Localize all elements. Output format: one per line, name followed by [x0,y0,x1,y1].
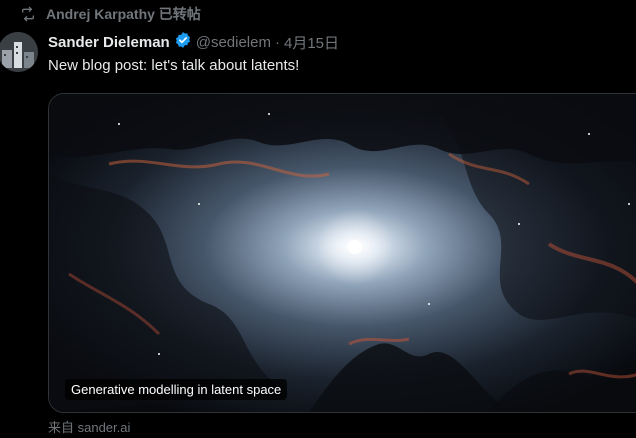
tweet-header: Sander Dieleman @sedielem · 4月15日 [48,32,339,52]
verified-badge-icon[interactable] [174,31,192,53]
separator-dot: · [274,33,280,51]
link-card[interactable]: Generative modelling in latent space [48,93,636,413]
tweet-date[interactable]: 4月15日 [284,32,339,53]
link-source[interactable]: 来自 sander.ai [48,417,130,436]
author-handle[interactable]: @sedielem [196,34,271,51]
link-card-title[interactable]: Generative modelling in latent space [65,379,288,400]
repost-label[interactable]: Andrej Karpathy 已转帖 [46,4,201,24]
nebula-image [49,94,636,412]
tweet-text: New blog post: let's talk about latents! [48,57,300,74]
avatar[interactable] [0,32,38,72]
repost-indicator[interactable]: Andrej Karpathy 已转帖 [20,4,201,24]
repost-icon [20,6,36,22]
author-name[interactable]: Sander Dieleman [48,34,170,51]
